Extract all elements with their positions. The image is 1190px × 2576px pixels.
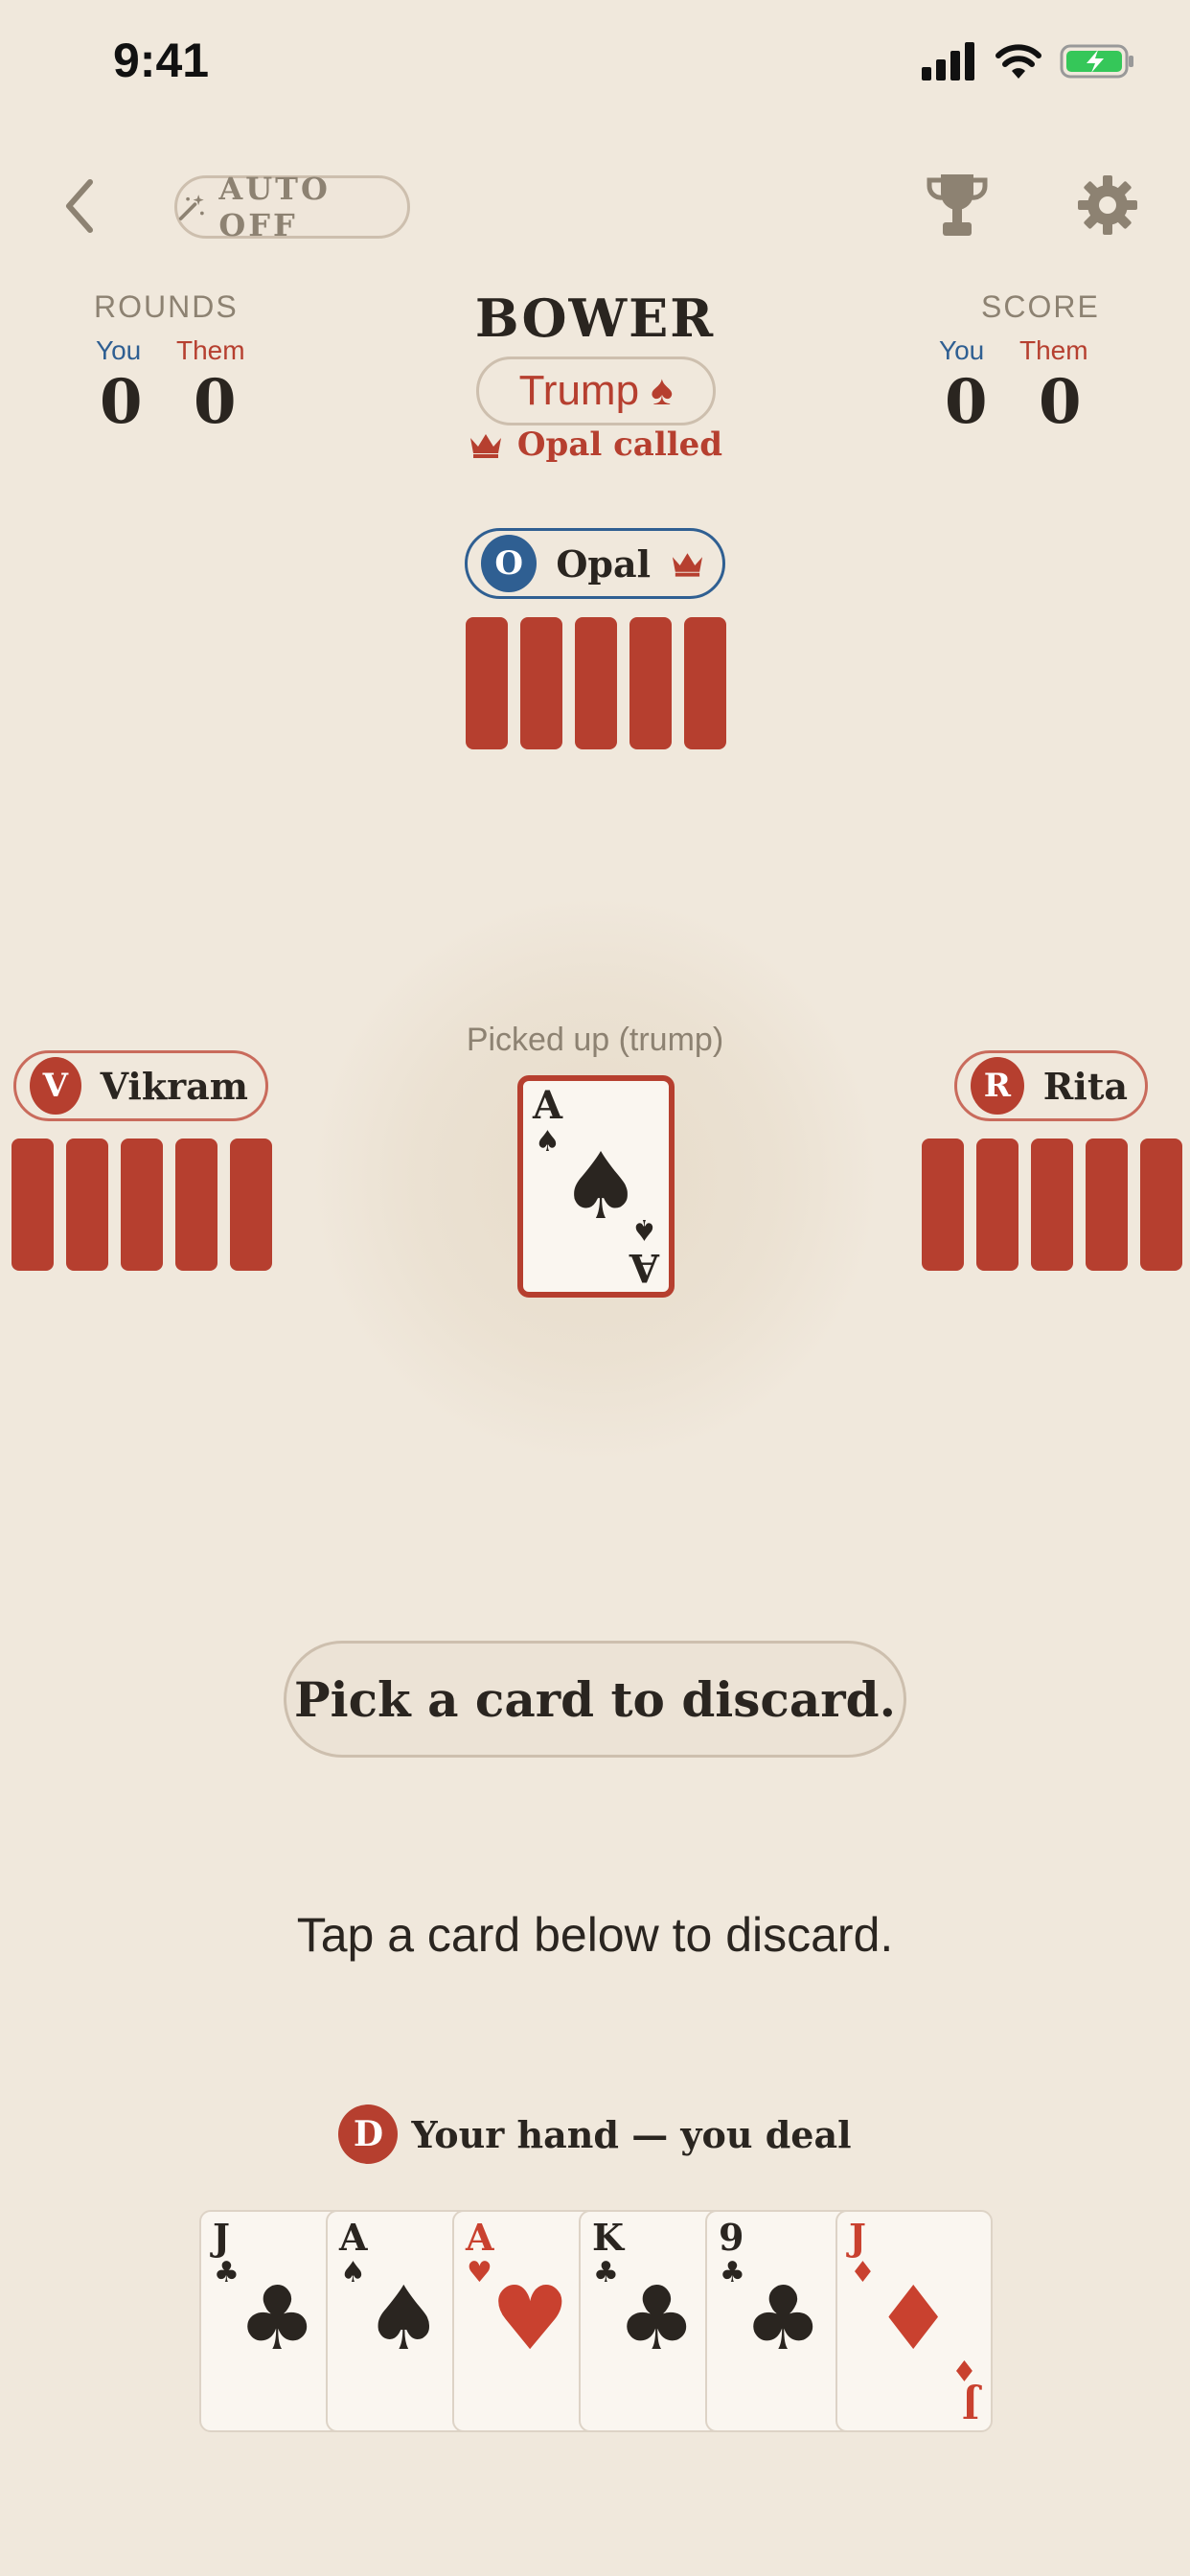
card-rank: K [592, 2216, 625, 2259]
card-rank: J [213, 2216, 230, 2259]
trump-label: Trump [518, 367, 640, 414]
avatar: V [30, 1057, 81, 1115]
card-rank: A [339, 2216, 368, 2259]
trump-suit-icon: ♠ [651, 367, 674, 414]
card-back [1031, 1138, 1073, 1271]
player-name: Opal [556, 541, 652, 586]
card-suit-center: ♠ [364, 2267, 444, 2370]
card-back [629, 617, 672, 749]
opal-hand [466, 617, 726, 751]
card-suit-small: ♠ [535, 1125, 561, 1159]
card-suit-small: ♦ [850, 2256, 876, 2289]
card-suit-center: ♣ [617, 2267, 697, 2370]
vikram-hand [11, 1138, 272, 1273]
card-back [121, 1138, 163, 1271]
card-rank: 9 [719, 2216, 744, 2259]
auto-label: AUTO OFF [218, 171, 331, 243]
player-top-opal: O Opal [465, 528, 725, 599]
card-suit-small: ♠ [340, 2256, 366, 2289]
card-suit-center: ♣ [744, 2267, 823, 2370]
called-text: Opal called [516, 426, 723, 464]
card-back [466, 617, 508, 749]
player-left-vikram: V Vikram [13, 1050, 268, 1121]
dealer-badge: D [338, 2104, 399, 2164]
card-rank-bottom: J [962, 2383, 979, 2426]
magic-wand-icon [178, 195, 204, 220]
picked-up-label: Picked up (trump) [466, 1022, 724, 1058]
card-suit-small: ♣ [720, 2256, 745, 2289]
trophy-button[interactable] [926, 171, 989, 240]
hand-label-text: Your hand — you deal [411, 2112, 852, 2156]
card-rank: A [533, 1083, 563, 1128]
card-back [684, 617, 726, 749]
card-back [520, 617, 562, 749]
avatar: O [481, 535, 538, 592]
card-back [175, 1138, 217, 1271]
card-back [575, 617, 617, 749]
card-rank: J [849, 2216, 866, 2259]
card-back [230, 1138, 272, 1271]
status-time: 9:41 [113, 34, 210, 87]
card-suit-center: ♦ [874, 2267, 953, 2370]
back-button[interactable] [54, 172, 111, 240]
hand-label: D Your hand — you deal [0, 2104, 1190, 2164]
crown-icon [672, 553, 703, 577]
discard-prompt: Pick a card to discard. [284, 1641, 906, 1758]
card-suit-small: ♥ [467, 2256, 492, 2289]
signal-icon [922, 42, 974, 80]
player-hand: J ♣ ♣ A ♠ ♠ A ♥ ♥ K ♣ ♣ 9 ♣ ♣ J ♦ ♦ ♦ J [199, 2210, 993, 2434]
rita-hand [922, 1138, 1182, 1273]
trump-badge: Trump ♠ [476, 356, 716, 426]
card-back [976, 1138, 1018, 1271]
card-suit-small-bottom: ♦ [951, 2353, 977, 2386]
chevron-left-icon [66, 179, 93, 233]
player-name: Rita [1042, 1064, 1128, 1108]
player-right-rita: R Rita [954, 1050, 1148, 1121]
card-suit-center: ♥ [491, 2267, 570, 2370]
instruction-text: Tap a card below to discard. [296, 1908, 894, 1962]
card-suit-center: ♠ [560, 1133, 643, 1240]
card-back [922, 1138, 964, 1271]
card-suit-small-bottom: ♠ [631, 1212, 657, 1246]
card-rank: A [466, 2216, 494, 2259]
card-suit-small: ♣ [214, 2256, 240, 2289]
trophy-icon [927, 174, 988, 236]
battery-charging-icon [1060, 44, 1133, 79]
card-back [11, 1138, 54, 1271]
card-back [66, 1138, 108, 1271]
auto-toggle-button[interactable]: AUTO OFF [174, 171, 410, 243]
card-rank-bottom: A [629, 1245, 659, 1290]
game-title: BOWER [474, 288, 716, 349]
gear-icon [1078, 175, 1137, 235]
card-back [1140, 1138, 1182, 1271]
card-suit-center: ♣ [238, 2267, 317, 2370]
hand-card[interactable]: J ♦ ♦ ♦ J [835, 2210, 993, 2432]
called-indicator: Opal called [0, 426, 1190, 464]
wifi-icon [995, 44, 1041, 79]
crown-icon [469, 434, 501, 458]
card-suit-small: ♣ [593, 2256, 619, 2289]
picked-up-card: A ♠ ♠ ♠ A [517, 1075, 675, 1298]
avatar: R [971, 1057, 1024, 1115]
settings-button[interactable] [1077, 174, 1138, 236]
card-back [1086, 1138, 1128, 1271]
status-icons [922, 42, 1136, 80]
player-name: Vikram [100, 1064, 248, 1108]
